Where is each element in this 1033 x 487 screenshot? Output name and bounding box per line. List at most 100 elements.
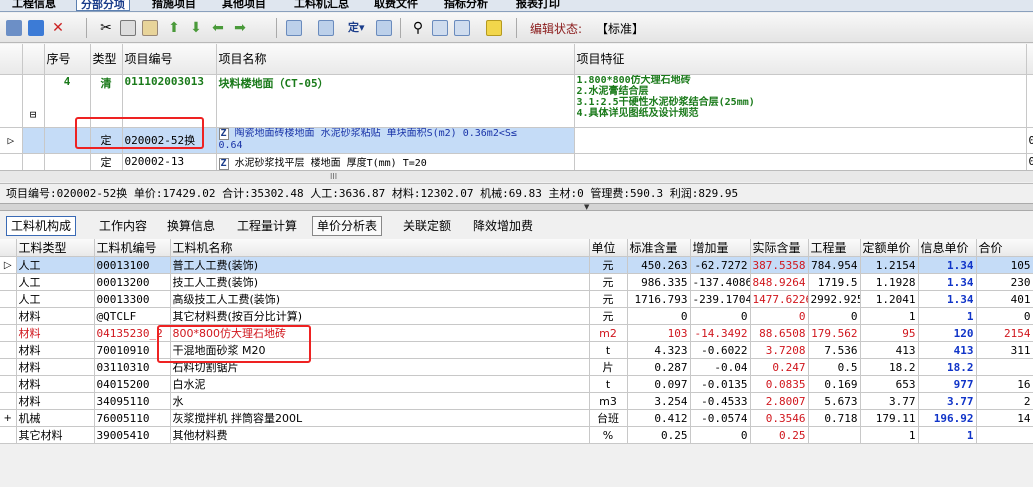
row-header [0,358,17,376]
cell-price: 1 [860,307,919,325]
cell-unit: t [589,375,628,393]
standard-icon[interactable] [376,20,392,36]
tab-project-info[interactable]: 工程信息 [8,0,60,11]
cell-name: 高级技工人工费(装饰) [170,290,590,308]
arrow-right-icon[interactable]: ➡ [232,20,248,36]
grid-icon[interactable] [454,20,470,36]
cell-actual: 2.8007 [750,392,809,410]
cell-unit: 台班 [589,409,628,427]
cell-actual: 0.25 [750,426,809,444]
delete-icon[interactable]: ✕ [50,20,66,36]
cell-std: 3.254 [627,392,691,410]
tab-measures[interactable]: 措施项目 [148,0,200,11]
cell-unit: 片 [589,358,628,376]
header-std-qty: 标准含量 [627,239,691,257]
cut-icon[interactable]: ✂ [98,20,114,36]
paste-icon[interactable] [142,20,158,36]
header-material-code: 工料机编号 [94,239,171,257]
grid-corner [0,44,23,75]
header-unit: 单位 [589,239,628,257]
cell-info: 1 [918,426,977,444]
tab-other-items[interactable]: 其他项目 [218,0,270,11]
arrow-up-icon[interactable]: ⬆ [166,20,182,36]
tab-related-quota[interactable]: 关联定额 [398,216,456,236]
binoculars-icon[interactable]: ⚲ [410,20,426,36]
tab-quantity-calc[interactable]: 工程量计算 [232,216,302,236]
cell-unit: t [589,341,628,359]
table-row[interactable]: 材料 70010910 干混地面砂浆 M20 t 4.323 -0.6022 3.7208 7… [0,341,1033,359]
cell-unit: m2 [589,324,628,342]
highlight-box-code [75,117,204,149]
expand-row-icon[interactable]: + [0,409,17,427]
tab-index-analysis[interactable]: 指标分析 [440,0,492,11]
cell-std: 4.323 [627,341,691,359]
tab-material-composition[interactable]: 工料机构成 [6,216,77,236]
horizontal-scrollbar[interactable]: III [0,170,1033,182]
copy-icon[interactable] [120,20,136,36]
add-row-icon[interactable] [28,20,44,36]
cell-std: 1716.793 [627,290,691,308]
header-material-type: 工料类型 [16,239,95,257]
table-row[interactable]: 其它材料 39005410 其他材料费% 0.25 0 0.25 1 1 [0,426,1033,444]
fix-dropdown[interactable]: 定▾ [348,19,365,37]
table-row[interactable]: + 机械 76005110 灰浆搅拌机 拌筒容量200L 台班 0.412 -0.0574 0… [0,409,1033,427]
table-row[interactable]: 材料 @QTCLF 其它材料费(按百分比计算) 元 0 0 0 0 1 1 0 [0,307,1033,325]
cell-std: 103 [627,324,691,342]
header-code: 项目编号 [122,44,217,75]
cell-type: 人工 [16,273,95,291]
header-type: 类型 [90,44,123,75]
tab-division-items[interactable]: 分部分项 [76,0,130,11]
cell-qty: 7.536 [808,341,861,359]
table-row[interactable]: 材料 04135230_2 800*800仿大理石地砖 m2 103 -14.3492 88… [0,324,1033,342]
calc-dropdown-icon[interactable] [318,20,334,36]
cell-std: 0 [627,307,691,325]
toolbar: ✕ ✂ ⬆ ⬇ ⬅ ➡ 定▾ ⚲ 编辑状态: 【标准】 [0,13,1033,43]
tab-work-content[interactable]: 工作内容 [94,216,152,236]
tab-efficiency-fee[interactable]: 降效增加费 [468,216,538,236]
cell-name: 灰浆搅拌机 拌筒容量200L [170,409,590,427]
cell-info: 120 [918,324,977,342]
tab-fee-files[interactable]: 取费文件 [370,0,422,11]
division-items-grid: 序号 类型 项目编号 项目名称 项目特征 ⊟ 4 清 011102003013 … [0,44,1033,171]
cell-type: 机械 [16,409,95,427]
cell-info: 196.92 [918,409,977,427]
panel-splitter[interactable]: ▼ [0,203,1033,211]
cell-qty: 0 [808,307,861,325]
tab-report-print[interactable]: 报表打印 [512,0,564,11]
swap-dropdown-icon[interactable] [286,20,302,36]
arrow-down-icon[interactable]: ⬇ [188,20,204,36]
tree-view-icon[interactable] [6,20,22,36]
tab-unit-price-analysis[interactable]: 单价分析表 [312,216,383,236]
table-row[interactable]: ▷ 人工 00013100 普工人工费(装饰) 元 450.263 -62.7272 387.… [0,256,1033,274]
sub-code: 020002-13 [122,153,217,171]
table-row[interactable]: 材料 03110310 石料切割锯片片 0.287 -0.04 0.247 0.5 18.2 1… [0,358,1033,376]
table-row[interactable]: 人工 00013200 技工人工费(装饰) 元 986.335 -137.4086 848.… [0,273,1033,291]
arrow-left-icon[interactable]: ⬅ [210,20,226,36]
header-quantity: 工程量 [808,239,861,257]
tab-conversion-info[interactable]: 换算信息 [162,216,220,236]
tab-material-summary[interactable]: 工料机汇总 [290,0,353,11]
cell-code: 39005410 [94,426,171,444]
cell-name: 技工人工费(装饰) [170,273,590,291]
detail-tab-bar: 工料机构成 工作内容 换算信息 工程量计算 单价分析表 关联定额 降效增加费 [0,212,1033,238]
cell-actual: 387.5358 [750,256,809,274]
table-row[interactable]: 定 020002-13 Z 水泥砂浆找平层 楼地面 厚度T(mm) T=20 0 [0,153,1033,171]
cell-type: 材料 [16,392,95,410]
item-features: 1.800*800仿大理石地砖 2.水泥膏结合层 3.1:2.5干硬性水泥砂浆结… [574,74,1027,128]
header-name: 项目名称 [216,44,575,75]
column-icon[interactable] [432,20,448,36]
fill-color-icon[interactable] [486,20,502,36]
cell-type: 材料 [16,307,95,325]
header-features: 项目特征 [574,44,1027,75]
header-info-price: 信息单价 [918,239,977,257]
table-row[interactable]: 材料 34095110 水 m3 3.254 -0.4533 2.8007 5.673 3.77… [0,392,1033,410]
row-header [0,392,17,410]
cell-std: 986.335 [627,273,691,291]
cell-type: 材料 [16,341,95,359]
edit-status-label: 编辑状态: [530,22,583,36]
cell-actual: 1477.6226 [750,290,809,308]
table-row[interactable]: 材料 04015200 白水泥 t 0.097 -0.0135 0.0835 0.169 653… [0,375,1033,393]
cell-qty: 5.673 [808,392,861,410]
table-row[interactable]: 人工 00013300 高级技工人工费(装饰) 元 1716.793 -239.1704 1… [0,290,1033,308]
collapse-toggle-icon[interactable]: ⊟ [30,108,37,121]
